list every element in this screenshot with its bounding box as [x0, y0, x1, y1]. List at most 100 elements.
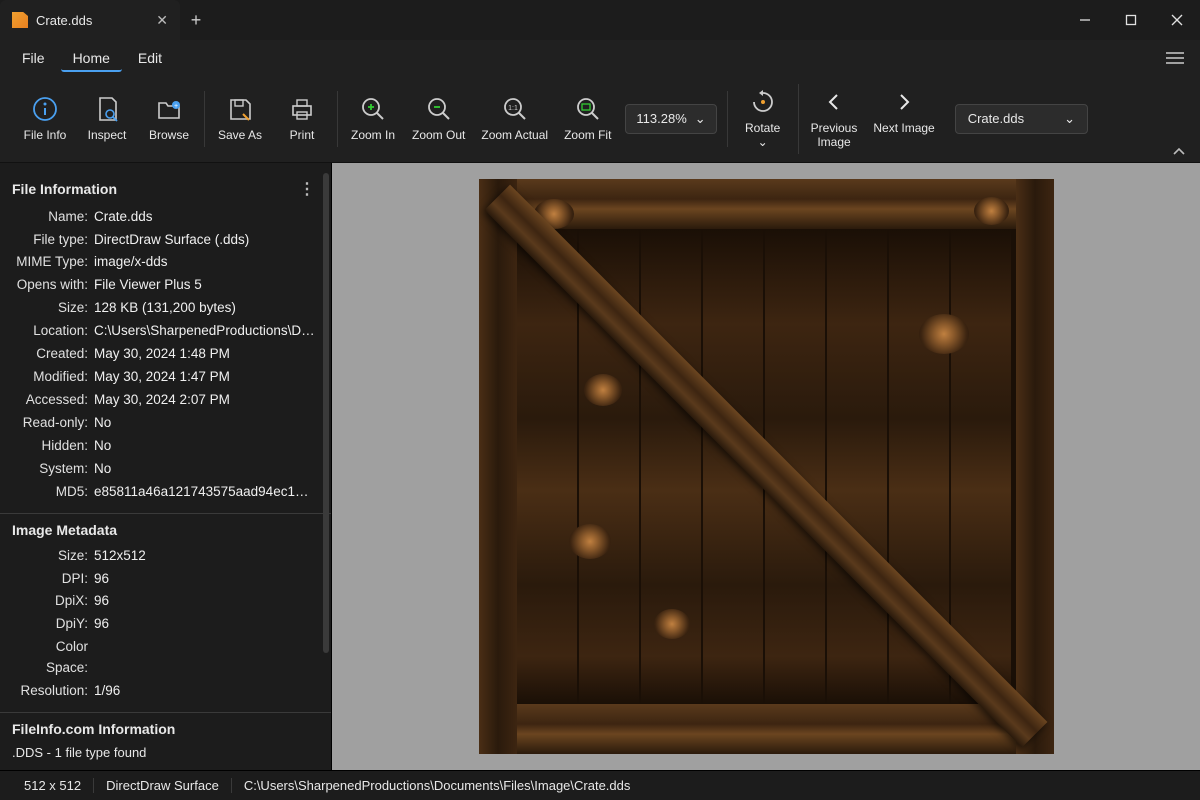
info-key: Hidden: [12, 436, 94, 457]
info-value: 96 [94, 569, 331, 590]
print-button[interactable]: Print [277, 91, 327, 147]
inspect-button[interactable]: Inspect [82, 91, 132, 147]
info-key: Location: [12, 321, 94, 342]
close-tab-icon[interactable]: ✕ [156, 12, 168, 29]
info-value: No [94, 413, 331, 434]
info-row: Read-only:No [12, 413, 331, 434]
sidebar: File Information ⋮ Name:Crate.ddsFile ty… [0, 163, 332, 770]
svg-text:1:1: 1:1 [508, 105, 518, 112]
info-key: Color Space: [12, 637, 94, 679]
divider [0, 712, 331, 713]
chevron-right-icon [890, 88, 918, 116]
menu-home[interactable]: Home [61, 44, 122, 72]
divider [0, 513, 331, 514]
more-menu-icon[interactable]: ⋮ [299, 179, 313, 199]
fileinfo-subtitle: .DDS - 1 file type found [12, 745, 331, 760]
rotate-icon [749, 88, 777, 116]
info-value [94, 637, 331, 679]
info-value: 96 [94, 591, 331, 612]
menubar: File Home Edit [0, 40, 1200, 76]
tab-active[interactable]: Crate.dds ✕ [0, 0, 180, 40]
info-row: System:No [12, 459, 331, 480]
info-value: 512x512 [94, 546, 331, 567]
new-tab-button[interactable]: + [180, 10, 212, 31]
info-row: File type:DirectDraw Surface (.dds) [12, 230, 331, 251]
menu-edit[interactable]: Edit [126, 44, 174, 72]
collapse-ribbon-icon[interactable] [1172, 146, 1186, 156]
info-value: 128 KB (131,200 bytes) [94, 298, 331, 319]
chevron-down-icon: ⌄ [695, 111, 706, 127]
minimize-button[interactable] [1062, 0, 1108, 40]
zoom-in-button[interactable]: Zoom In [348, 91, 398, 147]
printer-icon [288, 95, 316, 123]
titlebar: Crate.dds ✕ + [0, 0, 1200, 40]
info-key: Opens with: [12, 275, 94, 296]
folder-icon: + [155, 95, 183, 123]
scrollbar[interactable] [323, 173, 329, 653]
info-row: Size:128 KB (131,200 bytes) [12, 298, 331, 319]
zoom-actual-button[interactable]: 1:1 Zoom Actual [479, 91, 550, 147]
hamburger-icon[interactable] [1160, 45, 1190, 71]
ribbon: File Info Inspect + Browse Save As Print… [0, 76, 1200, 163]
info-row: DPI:96 [12, 569, 331, 590]
close-window-button[interactable] [1154, 0, 1200, 40]
file-info-button[interactable]: File Info [20, 91, 70, 147]
info-key: Type: [12, 766, 94, 770]
info-row: Created:May 30, 2024 1:48 PM [12, 344, 331, 365]
zoom-actual-icon: 1:1 [501, 95, 529, 123]
info-key: DPI: [12, 569, 94, 590]
zoom-out-button[interactable]: Zoom Out [410, 91, 467, 147]
save-as-button[interactable]: Save As [215, 91, 265, 147]
image-viewer[interactable] [332, 163, 1200, 770]
info-row: Color Space: [12, 637, 331, 679]
content: File Information ⋮ Name:Crate.ddsFile ty… [0, 163, 1200, 770]
info-value: May 30, 2024 1:47 PM [94, 367, 331, 388]
info-key: Name: [12, 207, 94, 228]
info-key: Created: [12, 344, 94, 365]
fileinfo-com-header: FileInfo.com Information [12, 721, 331, 737]
tab-title: Crate.dds [36, 13, 148, 28]
info-row: Name:Crate.dds [12, 207, 331, 228]
statusbar: 512 x 512 DirectDraw Surface C:\Users\Sh… [0, 770, 1200, 800]
info-row: DpiX:96 [12, 591, 331, 612]
browse-button[interactable]: + Browse [144, 91, 194, 147]
zoom-in-icon [359, 95, 387, 123]
info-key: MD5: [12, 482, 94, 503]
maximize-button[interactable] [1108, 0, 1154, 40]
info-key: DpiX: [12, 591, 94, 612]
info-value: File Viewer Plus 5 [94, 275, 331, 296]
info-value: May 30, 2024 1:48 PM [94, 344, 331, 365]
info-value: Crate.dds [94, 207, 331, 228]
info-value: DirectDraw Surface Image [94, 766, 331, 770]
info-row: Type:DirectDraw Surface Image [12, 766, 331, 770]
zoom-out-icon [425, 95, 453, 123]
zoom-fit-button[interactable]: Zoom Fit [562, 91, 613, 147]
rotate-button[interactable]: Rotate⌄ [738, 84, 788, 154]
file-select-dropdown[interactable]: Crate.dds ⌄ [955, 104, 1088, 134]
info-row: Size:512x512 [12, 546, 331, 567]
info-key: Size: [12, 546, 94, 567]
info-key: MIME Type: [12, 252, 94, 273]
info-value: image/x-dds [94, 252, 331, 273]
info-value: C:\Users\SharpenedProductions\Docu... [94, 321, 331, 342]
info-row: Opens with:File Viewer Plus 5 [12, 275, 331, 296]
zoom-level-select[interactable]: 113.28% ⌄ [625, 104, 716, 134]
svg-text:+: + [174, 103, 178, 110]
info-row: Location:C:\Users\SharpenedProductions\D… [12, 321, 331, 342]
info-key: Accessed: [12, 390, 94, 411]
info-row: Resolution:1/96 [12, 681, 331, 702]
inspect-icon [93, 95, 121, 123]
info-key: File type: [12, 230, 94, 251]
menu-file[interactable]: File [10, 44, 57, 72]
status-dimensions: 512 x 512 [12, 778, 94, 793]
info-key: Modified: [12, 367, 94, 388]
info-value: e85811a46a121743575aad94ec17c082 [94, 482, 331, 503]
chevron-down-icon: ⌄ [1064, 111, 1075, 127]
previous-image-button[interactable]: Previous Image [809, 84, 860, 154]
info-key: Resolution: [12, 681, 94, 702]
info-value: 1/96 [94, 681, 331, 702]
status-format: DirectDraw Surface [94, 778, 232, 793]
next-image-button[interactable]: Next Image [871, 84, 936, 154]
window-controls [1062, 0, 1200, 40]
zoom-fit-icon [574, 95, 602, 123]
